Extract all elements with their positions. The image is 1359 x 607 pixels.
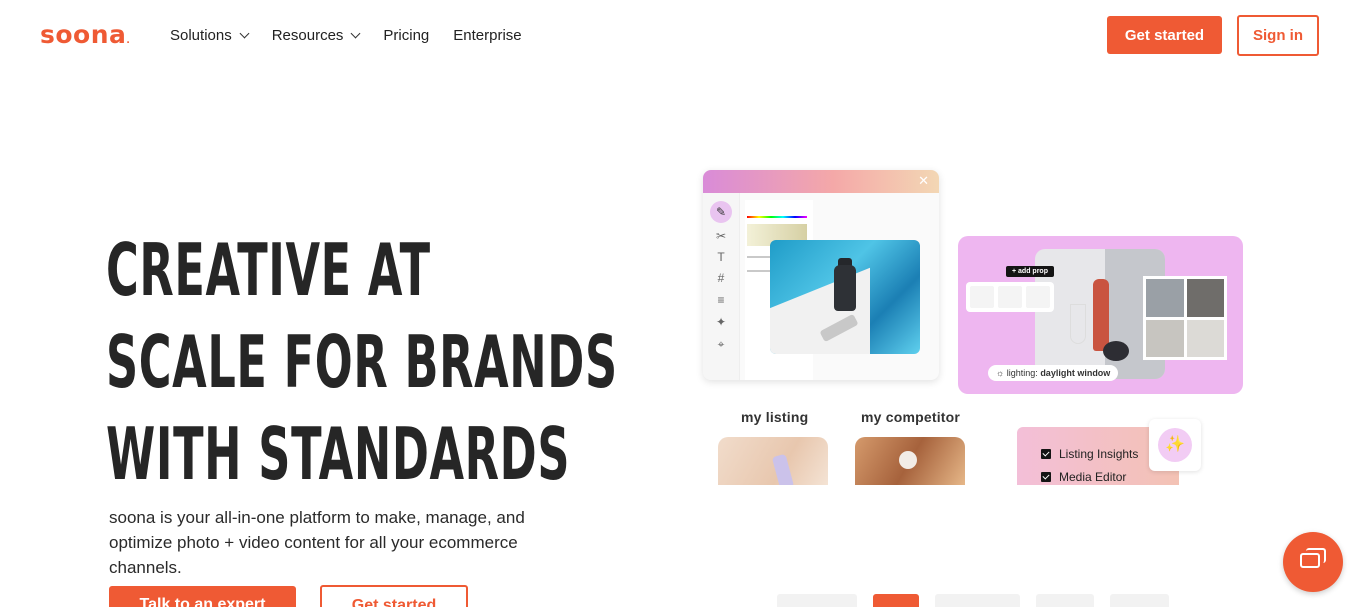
wine-bottle [1093, 279, 1109, 351]
insight-label: Listing Insights [1059, 447, 1139, 461]
product-item [899, 451, 917, 469]
carousel-tab[interactable] [1110, 594, 1169, 607]
lightbulb-icon: ☼ [996, 368, 1005, 378]
competitor-thumbnail [855, 437, 965, 485]
insight-label: Media Editor [1059, 470, 1127, 484]
my-listing-label: my listing [741, 409, 809, 425]
grapes [1103, 341, 1129, 361]
carousel-tab[interactable] [777, 594, 857, 607]
hero-subtitle: soona is your all-in-one platform to mak… [109, 508, 525, 577]
editor-toolbar: ✎ ✂ T # ≡ ✦ ⌖ [703, 193, 740, 380]
chevron-down-icon [239, 28, 250, 39]
add-prop-card: + add prop ☼ lighting: daylight window [958, 236, 1243, 394]
nav-resources[interactable]: Resources [271, 27, 361, 44]
editor-title-bar: ✕ [703, 170, 939, 193]
chat-bubble-icon [1300, 553, 1320, 568]
lighting-pill: ☼ lighting: daylight window [988, 365, 1119, 381]
nav-enterprise[interactable]: Enterprise [453, 27, 521, 44]
insight-row: Media Editor [1041, 470, 1126, 484]
hero-headline: CREATIVE AT SCALE FOR BRANDS WITH STANDA… [106, 224, 618, 500]
prop-option [970, 286, 994, 308]
header-get-started-button[interactable]: Get started [1107, 16, 1222, 54]
my-listing-thumbnail [718, 437, 828, 485]
product-bottle [834, 265, 856, 311]
add-prop-label: + add prop [1006, 266, 1054, 277]
grid-icon: # [717, 271, 725, 285]
carousel-tab-active[interactable] [873, 594, 919, 607]
magic-icon: ✦ [715, 315, 727, 329]
headline-line-1: CREATIVE AT [106, 228, 431, 312]
lighting-value: daylight window [1040, 368, 1111, 378]
soona-logo[interactable]: soona. [40, 20, 130, 49]
chevron-down-icon [350, 28, 361, 39]
prop-tray [966, 282, 1054, 312]
page: soona. Solutions Resources Pricing Enter… [0, 0, 1359, 607]
ai-wand-card: ✨ [1149, 419, 1201, 471]
chat-button[interactable] [1283, 532, 1343, 592]
magic-wand-icon: ✨ [1158, 428, 1192, 462]
carousel-tab[interactable] [1036, 594, 1094, 607]
scissors-icon: ✂ [715, 229, 727, 243]
close-icon: ✕ [918, 173, 929, 188]
talk-to-expert-button[interactable]: Talk to an expert [109, 586, 296, 607]
nav-enterprise-label: Enterprise [453, 27, 522, 44]
checkbox-icon [1041, 472, 1051, 482]
checkbox-icon [1041, 449, 1051, 459]
sign-in-button[interactable]: Sign in [1237, 15, 1319, 56]
text-icon: T [717, 250, 725, 264]
sliders-icon: ≡ [717, 293, 725, 307]
product-item [771, 453, 795, 485]
product-photo-pool [770, 240, 920, 354]
carousel-tab[interactable] [935, 594, 1020, 607]
nav-resources-label: Resources [271, 27, 344, 44]
headline-line-2: SCALE FOR BRANDS [106, 320, 618, 404]
my-competitor-label: my competitor [861, 409, 961, 425]
hue-bar [747, 216, 807, 218]
crop-icon: ⌖ [717, 337, 725, 351]
variant-thumb [1146, 279, 1184, 317]
nav-pricing-label: Pricing [383, 27, 430, 44]
hero-get-started-button[interactable]: Get started [320, 585, 468, 607]
nav-pricing[interactable]: Pricing [383, 27, 429, 44]
paint-icon: ✎ [710, 201, 732, 223]
photo-variants-grid [1143, 276, 1227, 360]
lighting-label: lighting: [1006, 368, 1038, 378]
logo-dot: . [126, 36, 131, 46]
prop-option [998, 286, 1022, 308]
prop-option [1026, 286, 1050, 308]
main-nav: Solutions Resources Pricing Enterprise [170, 27, 522, 44]
headline-line-3: WITH STANDARDS [106, 412, 571, 496]
variant-thumb [1186, 319, 1224, 357]
nav-solutions[interactable]: Solutions [170, 27, 250, 44]
nav-solutions-label: Solutions [170, 27, 232, 44]
variant-thumb [1186, 279, 1224, 317]
logo-text: soona [40, 20, 127, 49]
variant-thumb [1146, 319, 1184, 357]
wine-glass [1070, 304, 1086, 344]
insight-row: Listing Insights [1041, 447, 1138, 461]
